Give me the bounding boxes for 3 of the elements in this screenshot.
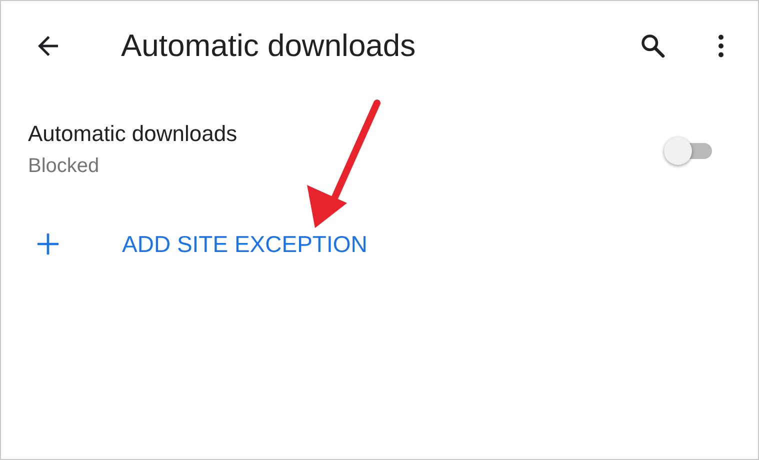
setting-status: Blocked bbox=[28, 155, 100, 178]
page-title: Automatic downloads bbox=[121, 28, 417, 64]
setting-title: Automatic downloads bbox=[28, 121, 238, 147]
